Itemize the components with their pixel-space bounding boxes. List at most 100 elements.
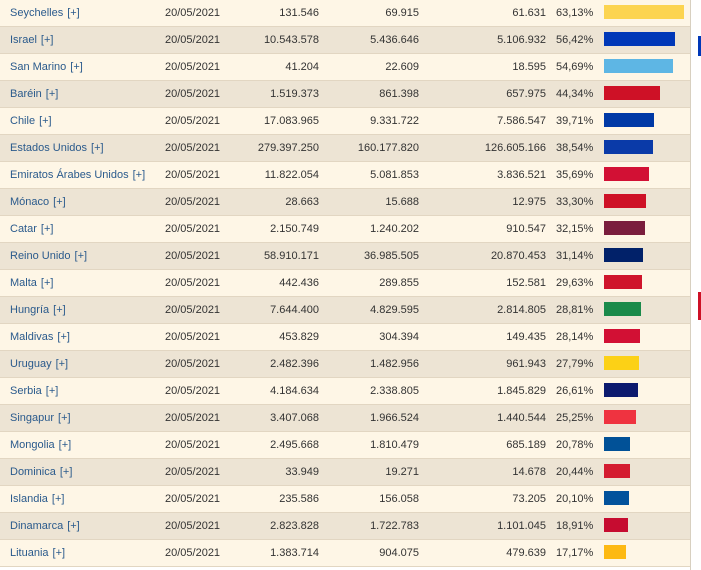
percent-bar: [604, 59, 673, 73]
table-row: Dinamarca [+] 20/05/2021 2.823.828 1.722.783…: [0, 513, 690, 540]
country-link[interactable]: Serbia [+]: [10, 378, 58, 404]
percent-bar: [604, 5, 684, 19]
vaccinated-cell: 2.338.805: [370, 385, 419, 397]
percent-cell: 54,69%: [556, 61, 594, 73]
expand-toggle[interactable]: [+]: [46, 385, 59, 397]
country-name: Islandia: [10, 493, 48, 505]
expand-toggle[interactable]: [+]: [59, 439, 72, 451]
expand-toggle[interactable]: [+]: [39, 115, 52, 127]
country-link[interactable]: Hungría [+]: [10, 297, 66, 323]
expand-toggle[interactable]: [+]: [70, 61, 83, 73]
expand-toggle[interactable]: [+]: [67, 7, 80, 19]
expand-toggle[interactable]: [+]: [46, 88, 59, 100]
population-cell: 4.184.634: [270, 385, 319, 397]
percent-bar: [604, 167, 649, 181]
country-link[interactable]: Estados Unidos [+]: [10, 135, 104, 161]
country-link[interactable]: Dinamarca [+]: [10, 513, 80, 539]
fully-vaccinated-cell: 657.975: [506, 88, 546, 100]
country-name: Dinamarca: [10, 520, 64, 532]
table-row: Maldivas [+] 20/05/2021 453.829 304.394 149.4…: [0, 324, 690, 351]
country-name: San Marino: [10, 61, 67, 73]
fully-vaccinated-cell: 910.547: [506, 223, 546, 235]
country-link[interactable]: Reino Unido [+]: [10, 243, 87, 269]
vaccinated-cell: 1.810.479: [370, 439, 419, 451]
population-cell: 1.519.373: [270, 88, 319, 100]
country-link[interactable]: Mongolia [+]: [10, 432, 71, 458]
date-cell: 20/05/2021: [165, 223, 221, 235]
vaccinated-cell: 156.058: [379, 493, 419, 505]
date-cell: 20/05/2021: [165, 277, 221, 289]
country-name: Lituania: [10, 547, 49, 559]
country-name: Estados Unidos: [10, 142, 88, 154]
percent-cell: 33,30%: [556, 196, 594, 208]
country-link[interactable]: Catar [+]: [10, 216, 53, 242]
date-cell: 20/05/2021: [165, 304, 221, 316]
percent-bar: [604, 113, 654, 127]
table-row: Mónaco [+] 20/05/2021 28.663 15.688 12.975 33,…: [0, 189, 690, 216]
date-cell: 20/05/2021: [165, 115, 221, 127]
country-link[interactable]: Mónaco [+]: [10, 189, 66, 215]
population-cell: 33.949: [285, 466, 319, 478]
vaccinated-cell: 5.081.853: [370, 169, 419, 181]
country-link[interactable]: Baréin [+]: [10, 81, 58, 107]
expand-toggle[interactable]: [+]: [41, 34, 54, 46]
table-row: Emiratos Árabes Unidos [+] 20/05/2021 11.82…: [0, 162, 690, 189]
fully-vaccinated-cell: 961.943: [506, 358, 546, 370]
expand-toggle[interactable]: [+]: [56, 358, 69, 370]
percent-bar: [604, 32, 675, 46]
expand-toggle[interactable]: [+]: [53, 196, 66, 208]
fully-vaccinated-cell: 20.870.453: [490, 250, 546, 262]
country-link[interactable]: Israel [+]: [10, 27, 53, 53]
percent-cell: 20,10%: [556, 493, 594, 505]
country-name: Maldivas: [10, 331, 54, 343]
expand-toggle[interactable]: [+]: [53, 304, 66, 316]
country-link[interactable]: Dominica [+]: [10, 459, 72, 485]
population-cell: 131.546: [279, 7, 319, 19]
country-name: Catar: [10, 223, 37, 235]
fully-vaccinated-cell: 479.639: [506, 547, 546, 559]
expand-toggle[interactable]: [+]: [41, 277, 54, 289]
percent-cell: 31,14%: [556, 250, 594, 262]
population-cell: 2.482.396: [270, 358, 319, 370]
population-cell: 58.910.171: [263, 250, 319, 262]
expand-toggle[interactable]: [+]: [133, 169, 146, 181]
country-link[interactable]: Seychelles [+]: [10, 0, 80, 26]
expand-toggle[interactable]: [+]: [58, 412, 71, 424]
country-link[interactable]: Malta [+]: [10, 270, 53, 296]
expand-toggle[interactable]: [+]: [53, 547, 66, 559]
country-link[interactable]: Singapur [+]: [10, 405, 71, 431]
country-name: Mongolia: [10, 439, 55, 451]
expand-toggle[interactable]: [+]: [52, 493, 65, 505]
vaccinated-cell: 1.966.524: [370, 412, 419, 424]
population-cell: 2.150.749: [270, 223, 319, 235]
percent-cell: 25,25%: [556, 412, 594, 424]
vaccinated-cell: 160.177.820: [357, 142, 419, 154]
date-cell: 20/05/2021: [165, 358, 221, 370]
expand-toggle[interactable]: [+]: [60, 466, 73, 478]
expand-toggle[interactable]: [+]: [57, 331, 70, 343]
country-link[interactable]: Uruguay [+]: [10, 351, 68, 377]
country-link[interactable]: San Marino [+]: [10, 54, 83, 80]
population-cell: 17.083.965: [263, 115, 319, 127]
vaccination-table: Seychelles [+] 20/05/2021 131.546 69.915 61.6…: [0, 0, 690, 570]
expand-toggle[interactable]: [+]: [75, 250, 88, 262]
country-link[interactable]: Lituania [+]: [10, 540, 65, 566]
table-row: Lituania [+] 20/05/2021 1.383.714 904.075 479…: [0, 540, 690, 567]
country-link[interactable]: Chile [+]: [10, 108, 52, 134]
fully-vaccinated-cell: 12.975: [512, 196, 546, 208]
vaccinated-cell: 15.688: [385, 196, 419, 208]
expand-toggle[interactable]: [+]: [41, 223, 54, 235]
percent-cell: 20,78%: [556, 439, 594, 451]
table-row: Baréin [+] 20/05/2021 1.519.373 861.398 657.9…: [0, 81, 690, 108]
date-cell: 20/05/2021: [165, 142, 221, 154]
expand-toggle[interactable]: [+]: [67, 520, 80, 532]
table-row: Chile [+] 20/05/2021 17.083.965 9.331.722 7.5…: [0, 108, 690, 135]
vaccinated-cell: 9.331.722: [370, 115, 419, 127]
fully-vaccinated-cell: 149.435: [506, 331, 546, 343]
percent-bar: [604, 275, 642, 289]
country-link[interactable]: Emiratos Árabes Unidos [+]: [10, 162, 145, 188]
country-link[interactable]: Islandia [+]: [10, 486, 64, 512]
country-link[interactable]: Maldivas [+]: [10, 324, 70, 350]
expand-toggle[interactable]: [+]: [91, 142, 104, 154]
percent-bar: [604, 518, 628, 532]
